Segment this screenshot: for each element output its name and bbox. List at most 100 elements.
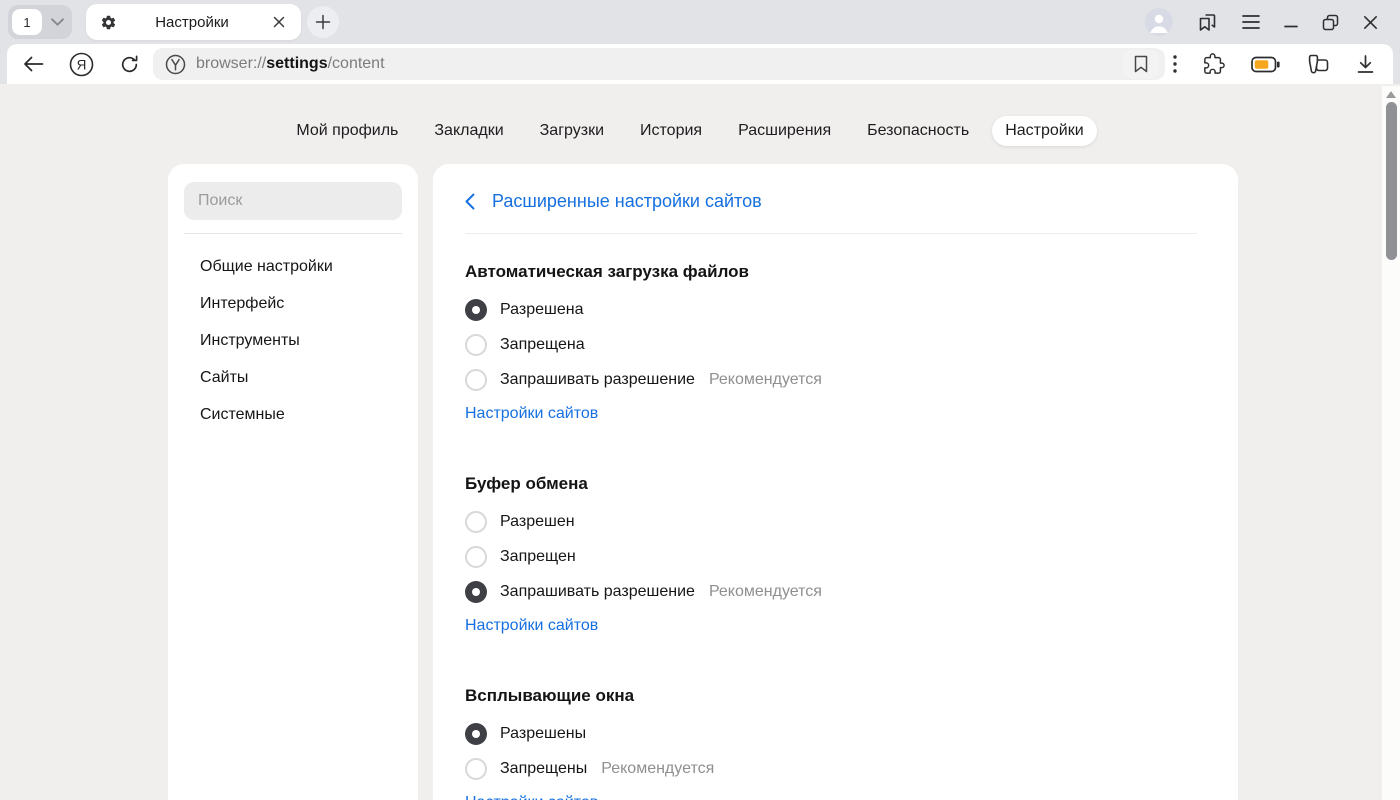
site-settings-link[interactable]: Настройки сайтов xyxy=(465,615,598,637)
header-divider xyxy=(465,233,1197,234)
browser-menu-button[interactable] xyxy=(1242,15,1260,29)
yandex-logo-icon: Я xyxy=(69,52,94,77)
tag-card-icon xyxy=(1306,53,1330,76)
bookmarks-panel-button[interactable] xyxy=(1197,12,1218,33)
settings-page: Мой профиль Закладки Загрузки История Ра… xyxy=(0,84,1400,800)
address-bar[interactable]: browser://settings/content xyxy=(153,48,1165,80)
close-window-button[interactable] xyxy=(1363,15,1378,30)
radio-unselected[interactable] xyxy=(465,334,487,356)
sidebar-divider xyxy=(184,233,402,234)
section-title: Буфер обмена xyxy=(465,472,1197,496)
sidebar-list: Общие настройки Интерфейс Инструменты Са… xyxy=(168,248,418,433)
tab-group-control[interactable]: 1 xyxy=(8,5,72,39)
sidebar-item-general[interactable]: Общие настройки xyxy=(168,248,418,285)
minimize-button[interactable] xyxy=(1284,15,1298,29)
section-title: Всплывающие окна xyxy=(465,684,1197,708)
radio-option[interactable]: Запрещен xyxy=(465,539,1197,574)
section-clipboard: Буфер обмена Разрешен Запрещен Запрашива… xyxy=(465,472,1197,637)
nav-tab-settings[interactable]: Настройки xyxy=(992,116,1096,146)
close-icon xyxy=(1363,15,1378,30)
radio-selected[interactable] xyxy=(465,299,487,321)
site-settings-link[interactable]: Настройки сайтов xyxy=(465,792,598,800)
radio-option[interactable]: Разрешена xyxy=(465,292,1197,327)
sidebar-item-interface[interactable]: Интерфейс xyxy=(168,285,418,322)
site-badge-icon[interactable] xyxy=(165,54,186,75)
scrollbar-thumb[interactable] xyxy=(1386,102,1397,260)
puzzle-icon xyxy=(1203,53,1225,75)
radio-option[interactable]: Запрашивать разрешение Рекомендуется xyxy=(465,362,1197,397)
window-controls xyxy=(1145,8,1400,36)
option-label: Запрещена xyxy=(500,336,585,354)
reload-button[interactable] xyxy=(111,54,147,75)
scroll-up-arrow-icon[interactable] xyxy=(1386,91,1396,98)
radio-option[interactable]: Запрещена xyxy=(465,327,1197,362)
radio-option[interactable]: Запрещены Рекомендуется xyxy=(465,751,1197,786)
nav-tab-history[interactable]: История xyxy=(627,116,715,146)
radio-unselected[interactable] xyxy=(465,369,487,391)
settings-nav-tabs: Мой профиль Закладки Загрузки История Ра… xyxy=(0,116,1380,146)
browser-toolbar: Я browser://settings/content xyxy=(7,44,1393,84)
side-panel-services-button[interactable] xyxy=(1306,53,1330,76)
restore-window-icon xyxy=(1322,14,1339,31)
search-input[interactable] xyxy=(184,182,402,220)
tab-list-chevron-button[interactable] xyxy=(42,5,72,39)
radio-unselected[interactable] xyxy=(465,511,487,533)
hamburger-menu-icon xyxy=(1242,15,1260,29)
profile-avatar[interactable] xyxy=(1145,8,1173,36)
option-label: Разрешена xyxy=(500,301,583,319)
radio-selected[interactable] xyxy=(465,581,487,603)
recommended-note: Рекомендуется xyxy=(709,583,822,601)
nav-tab-bookmarks[interactable]: Закладки xyxy=(421,116,516,146)
minimize-icon xyxy=(1284,15,1298,29)
advanced-site-settings-back[interactable]: Расширенные настройки сайтов xyxy=(465,164,1197,212)
option-label: Запрещены xyxy=(500,760,587,778)
new-tab-button[interactable] xyxy=(307,6,339,38)
option-label: Запрашивать разрешение xyxy=(500,371,695,389)
radio-option[interactable]: Запрашивать разрешение Рекомендуется xyxy=(465,574,1197,609)
nav-tab-security[interactable]: Безопасность xyxy=(854,116,982,146)
maximize-button[interactable] xyxy=(1322,14,1339,31)
nav-tab-extensions[interactable]: Расширения xyxy=(725,116,844,146)
radio-unselected[interactable] xyxy=(465,758,487,780)
battery-saver-button[interactable] xyxy=(1251,56,1280,73)
url-text[interactable]: browser://settings/content xyxy=(196,55,385,73)
person-icon xyxy=(1145,8,1173,36)
downloads-button[interactable] xyxy=(1356,54,1375,74)
yandex-home-button[interactable]: Я xyxy=(63,52,99,77)
sidebar-item-tools[interactable]: Инструменты xyxy=(168,322,418,359)
recommended-note: Рекомендуется xyxy=(601,760,714,778)
battery-icon xyxy=(1251,56,1280,73)
reload-icon xyxy=(119,54,140,75)
nav-tab-downloads[interactable]: Загрузки xyxy=(527,116,617,146)
radio-selected[interactable] xyxy=(465,723,487,745)
tab-count-badge[interactable]: 1 xyxy=(12,9,42,35)
settings-sidebar: Общие настройки Интерфейс Инструменты Са… xyxy=(168,164,418,800)
nav-tab-profile[interactable]: Мой профиль xyxy=(283,116,411,146)
site-settings-link[interactable]: Настройки сайтов xyxy=(465,403,598,425)
back-arrow-icon xyxy=(23,56,44,72)
kebab-menu-icon xyxy=(1173,55,1177,73)
page-actions-button[interactable] xyxy=(1173,55,1177,73)
radio-option[interactable]: Разрешены xyxy=(465,716,1197,751)
back-button[interactable] xyxy=(15,56,51,72)
settings-main-panel: Расширенные настройки сайтов Автоматичес… xyxy=(433,164,1238,800)
section-title: Автоматическая загрузка файлов xyxy=(465,260,1197,284)
window-chrome: 1 Настройки xyxy=(0,0,1400,44)
page-scrollbar[interactable] xyxy=(1382,86,1400,800)
option-label: Разрешены xyxy=(500,725,586,743)
sidebar-item-sites[interactable]: Сайты xyxy=(168,359,418,396)
extensions-button[interactable] xyxy=(1203,53,1225,75)
section-popups: Всплывающие окна Разрешены Запрещены Рек… xyxy=(465,684,1197,800)
page-title: Расширенные настройки сайтов xyxy=(492,190,762,212)
chevron-down-icon xyxy=(51,18,64,26)
browser-tab-settings[interactable]: Настройки xyxy=(86,4,301,40)
chevron-left-icon xyxy=(465,193,475,210)
radio-option[interactable]: Разрешен xyxy=(465,504,1197,539)
add-bookmark-button[interactable] xyxy=(1123,50,1159,78)
bookmark-flag-icon xyxy=(1133,55,1149,73)
download-icon xyxy=(1356,54,1375,74)
tab-close-button[interactable] xyxy=(267,10,291,34)
sidebar-item-system[interactable]: Системные xyxy=(168,396,418,433)
tab-title: Настройки xyxy=(117,14,267,31)
radio-unselected[interactable] xyxy=(465,546,487,568)
